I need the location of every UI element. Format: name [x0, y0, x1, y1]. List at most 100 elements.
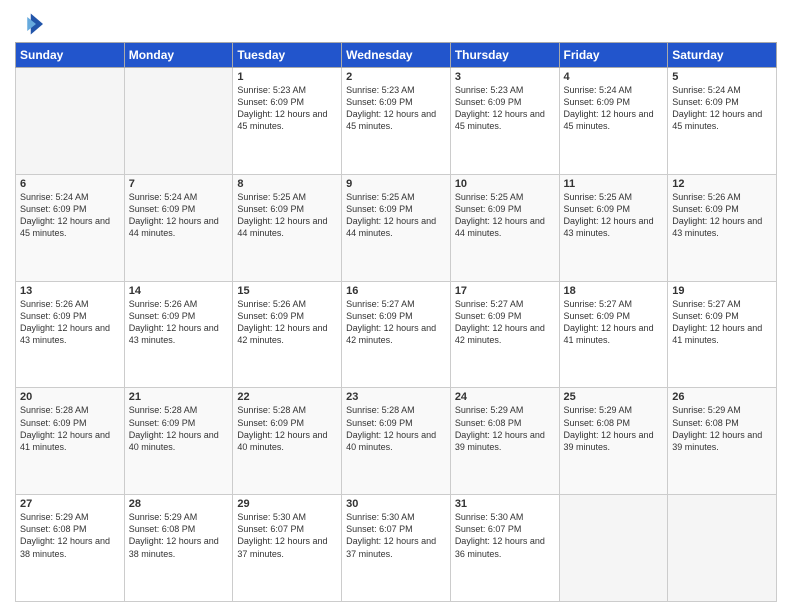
day-info: Sunrise: 5:30 AM Sunset: 6:07 PM Dayligh…: [455, 511, 555, 560]
day-info: Sunrise: 5:25 AM Sunset: 6:09 PM Dayligh…: [455, 191, 555, 240]
day-number: 19: [672, 285, 772, 297]
calendar-cell: 28Sunrise: 5:29 AM Sunset: 6:08 PM Dayli…: [124, 495, 233, 602]
header-cell-saturday: Saturday: [668, 43, 777, 68]
calendar-cell: [668, 495, 777, 602]
calendar-cell: 6Sunrise: 5:24 AM Sunset: 6:09 PM Daylig…: [16, 174, 125, 281]
calendar-cell: 15Sunrise: 5:26 AM Sunset: 6:09 PM Dayli…: [233, 281, 342, 388]
calendar-cell: 12Sunrise: 5:26 AM Sunset: 6:09 PM Dayli…: [668, 174, 777, 281]
calendar-cell: [559, 495, 668, 602]
calendar-cell: 17Sunrise: 5:27 AM Sunset: 6:09 PM Dayli…: [450, 281, 559, 388]
week-row-1: 1Sunrise: 5:23 AM Sunset: 6:09 PM Daylig…: [16, 68, 777, 175]
calendar-cell: [124, 68, 233, 175]
day-info: Sunrise: 5:27 AM Sunset: 6:09 PM Dayligh…: [455, 298, 555, 347]
logo: [15, 10, 47, 38]
calendar-cell: 20Sunrise: 5:28 AM Sunset: 6:09 PM Dayli…: [16, 388, 125, 495]
page: SundayMondayTuesdayWednesdayThursdayFrid…: [0, 0, 792, 612]
day-number: 7: [129, 178, 229, 190]
header-cell-wednesday: Wednesday: [342, 43, 451, 68]
day-number: 4: [564, 71, 664, 83]
day-info: Sunrise: 5:24 AM Sunset: 6:09 PM Dayligh…: [564, 84, 664, 133]
day-info: Sunrise: 5:26 AM Sunset: 6:09 PM Dayligh…: [129, 298, 229, 347]
day-number: 13: [20, 285, 120, 297]
header-row: SundayMondayTuesdayWednesdayThursdayFrid…: [16, 43, 777, 68]
day-number: 17: [455, 285, 555, 297]
header-cell-friday: Friday: [559, 43, 668, 68]
day-info: Sunrise: 5:25 AM Sunset: 6:09 PM Dayligh…: [237, 191, 337, 240]
calendar-cell: 3Sunrise: 5:23 AM Sunset: 6:09 PM Daylig…: [450, 68, 559, 175]
day-info: Sunrise: 5:29 AM Sunset: 6:08 PM Dayligh…: [455, 404, 555, 453]
calendar-cell: 7Sunrise: 5:24 AM Sunset: 6:09 PM Daylig…: [124, 174, 233, 281]
header: [15, 10, 777, 38]
day-info: Sunrise: 5:23 AM Sunset: 6:09 PM Dayligh…: [237, 84, 337, 133]
calendar-cell: 16Sunrise: 5:27 AM Sunset: 6:09 PM Dayli…: [342, 281, 451, 388]
day-number: 25: [564, 391, 664, 403]
calendar-cell: 13Sunrise: 5:26 AM Sunset: 6:09 PM Dayli…: [16, 281, 125, 388]
day-info: Sunrise: 5:27 AM Sunset: 6:09 PM Dayligh…: [564, 298, 664, 347]
header-cell-monday: Monday: [124, 43, 233, 68]
day-info: Sunrise: 5:28 AM Sunset: 6:09 PM Dayligh…: [129, 404, 229, 453]
calendar-cell: 5Sunrise: 5:24 AM Sunset: 6:09 PM Daylig…: [668, 68, 777, 175]
day-info: Sunrise: 5:23 AM Sunset: 6:09 PM Dayligh…: [455, 84, 555, 133]
logo-icon: [15, 10, 43, 38]
day-info: Sunrise: 5:27 AM Sunset: 6:09 PM Dayligh…: [346, 298, 446, 347]
calendar-cell: 9Sunrise: 5:25 AM Sunset: 6:09 PM Daylig…: [342, 174, 451, 281]
calendar-cell: 18Sunrise: 5:27 AM Sunset: 6:09 PM Dayli…: [559, 281, 668, 388]
day-number: 28: [129, 498, 229, 510]
calendar-cell: 30Sunrise: 5:30 AM Sunset: 6:07 PM Dayli…: [342, 495, 451, 602]
day-info: Sunrise: 5:29 AM Sunset: 6:08 PM Dayligh…: [20, 511, 120, 560]
calendar: SundayMondayTuesdayWednesdayThursdayFrid…: [15, 42, 777, 602]
day-number: 24: [455, 391, 555, 403]
calendar-cell: 14Sunrise: 5:26 AM Sunset: 6:09 PM Dayli…: [124, 281, 233, 388]
calendar-cell: 23Sunrise: 5:28 AM Sunset: 6:09 PM Dayli…: [342, 388, 451, 495]
day-info: Sunrise: 5:26 AM Sunset: 6:09 PM Dayligh…: [672, 191, 772, 240]
day-info: Sunrise: 5:25 AM Sunset: 6:09 PM Dayligh…: [346, 191, 446, 240]
calendar-cell: 24Sunrise: 5:29 AM Sunset: 6:08 PM Dayli…: [450, 388, 559, 495]
day-number: 10: [455, 178, 555, 190]
day-info: Sunrise: 5:28 AM Sunset: 6:09 PM Dayligh…: [237, 404, 337, 453]
calendar-cell: 10Sunrise: 5:25 AM Sunset: 6:09 PM Dayli…: [450, 174, 559, 281]
day-info: Sunrise: 5:24 AM Sunset: 6:09 PM Dayligh…: [129, 191, 229, 240]
day-info: Sunrise: 5:24 AM Sunset: 6:09 PM Dayligh…: [20, 191, 120, 240]
day-info: Sunrise: 5:29 AM Sunset: 6:08 PM Dayligh…: [129, 511, 229, 560]
day-number: 6: [20, 178, 120, 190]
day-info: Sunrise: 5:25 AM Sunset: 6:09 PM Dayligh…: [564, 191, 664, 240]
day-info: Sunrise: 5:28 AM Sunset: 6:09 PM Dayligh…: [346, 404, 446, 453]
day-number: 1: [237, 71, 337, 83]
calendar-cell: 26Sunrise: 5:29 AM Sunset: 6:08 PM Dayli…: [668, 388, 777, 495]
day-info: Sunrise: 5:28 AM Sunset: 6:09 PM Dayligh…: [20, 404, 120, 453]
day-number: 22: [237, 391, 337, 403]
header-cell-tuesday: Tuesday: [233, 43, 342, 68]
day-info: Sunrise: 5:29 AM Sunset: 6:08 PM Dayligh…: [672, 404, 772, 453]
day-number: 8: [237, 178, 337, 190]
calendar-cell: 29Sunrise: 5:30 AM Sunset: 6:07 PM Dayli…: [233, 495, 342, 602]
day-number: 15: [237, 285, 337, 297]
day-info: Sunrise: 5:30 AM Sunset: 6:07 PM Dayligh…: [346, 511, 446, 560]
calendar-cell: 21Sunrise: 5:28 AM Sunset: 6:09 PM Dayli…: [124, 388, 233, 495]
day-number: 23: [346, 391, 446, 403]
day-number: 14: [129, 285, 229, 297]
calendar-cell: 2Sunrise: 5:23 AM Sunset: 6:09 PM Daylig…: [342, 68, 451, 175]
day-number: 21: [129, 391, 229, 403]
day-number: 3: [455, 71, 555, 83]
day-info: Sunrise: 5:27 AM Sunset: 6:09 PM Dayligh…: [672, 298, 772, 347]
week-row-2: 6Sunrise: 5:24 AM Sunset: 6:09 PM Daylig…: [16, 174, 777, 281]
calendar-cell: 1Sunrise: 5:23 AM Sunset: 6:09 PM Daylig…: [233, 68, 342, 175]
day-info: Sunrise: 5:23 AM Sunset: 6:09 PM Dayligh…: [346, 84, 446, 133]
calendar-cell: 19Sunrise: 5:27 AM Sunset: 6:09 PM Dayli…: [668, 281, 777, 388]
day-info: Sunrise: 5:24 AM Sunset: 6:09 PM Dayligh…: [672, 84, 772, 133]
calendar-cell: 27Sunrise: 5:29 AM Sunset: 6:08 PM Dayli…: [16, 495, 125, 602]
day-number: 18: [564, 285, 664, 297]
day-number: 31: [455, 498, 555, 510]
day-number: 29: [237, 498, 337, 510]
day-number: 30: [346, 498, 446, 510]
day-number: 12: [672, 178, 772, 190]
calendar-cell: 11Sunrise: 5:25 AM Sunset: 6:09 PM Dayli…: [559, 174, 668, 281]
day-number: 11: [564, 178, 664, 190]
calendar-cell: [16, 68, 125, 175]
calendar-cell: 8Sunrise: 5:25 AM Sunset: 6:09 PM Daylig…: [233, 174, 342, 281]
day-info: Sunrise: 5:26 AM Sunset: 6:09 PM Dayligh…: [20, 298, 120, 347]
day-number: 5: [672, 71, 772, 83]
day-info: Sunrise: 5:30 AM Sunset: 6:07 PM Dayligh…: [237, 511, 337, 560]
calendar-cell: 4Sunrise: 5:24 AM Sunset: 6:09 PM Daylig…: [559, 68, 668, 175]
day-info: Sunrise: 5:29 AM Sunset: 6:08 PM Dayligh…: [564, 404, 664, 453]
